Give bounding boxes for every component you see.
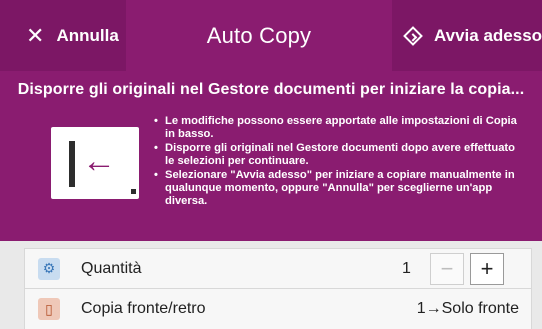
page-title: Auto Copy (206, 22, 312, 48)
quantity-stepper: − + (430, 253, 504, 285)
cancel-label: Annulla (56, 25, 119, 45)
quantity-value[interactable]: 1 (402, 260, 411, 278)
document-feeder-illustration: ← (51, 127, 139, 199)
duplex-label: Copia fronte/retro (81, 300, 206, 317)
instruction-item: Disporre gli originali nel Gestore docum… (152, 142, 524, 168)
feeder-foot-shape (131, 189, 136, 194)
duplex-value: 1→Solo fronte (416, 300, 519, 317)
instruction-banner: Disporre gli originali nel Gestore docum… (0, 71, 542, 241)
start-label: Avvia adesso (434, 25, 542, 45)
decrement-button[interactable]: − (430, 253, 464, 285)
duplex-page-icon: ▯ (38, 298, 60, 320)
header-bar: ✕ Annulla Auto Copy Avvia adesso (0, 0, 542, 71)
quantity-row: ⚙ Quantità 1 − + (24, 248, 532, 289)
settings-list: ⚙ Quantità 1 − + ▯ Copia fronte/retro 1→… (24, 248, 532, 329)
instruction-item: Selezionare "Avvia adesso" per iniziare … (152, 169, 524, 208)
start-now-button[interactable]: Avvia adesso (392, 0, 542, 71)
instruction-item: Le modifiche possono essere apportate al… (152, 115, 524, 141)
banner-title: Disporre gli originali nel Gestore docum… (17, 81, 525, 98)
feeder-tray-shape (69, 141, 75, 187)
close-icon: ✕ (26, 22, 45, 48)
start-diamond-icon (403, 25, 423, 46)
instruction-list: Le modifiche possono essere apportate al… (152, 115, 524, 209)
copies-icon: ⚙ (38, 257, 60, 280)
increment-button[interactable]: + (470, 253, 504, 285)
cancel-button[interactable]: ✕ Annulla (0, 0, 126, 71)
arrow-left-icon: ← (82, 142, 116, 180)
duplex-row[interactable]: ▯ Copia fronte/retro 1→Solo fronte (24, 289, 532, 329)
quantity-label: Quantità (81, 259, 142, 277)
